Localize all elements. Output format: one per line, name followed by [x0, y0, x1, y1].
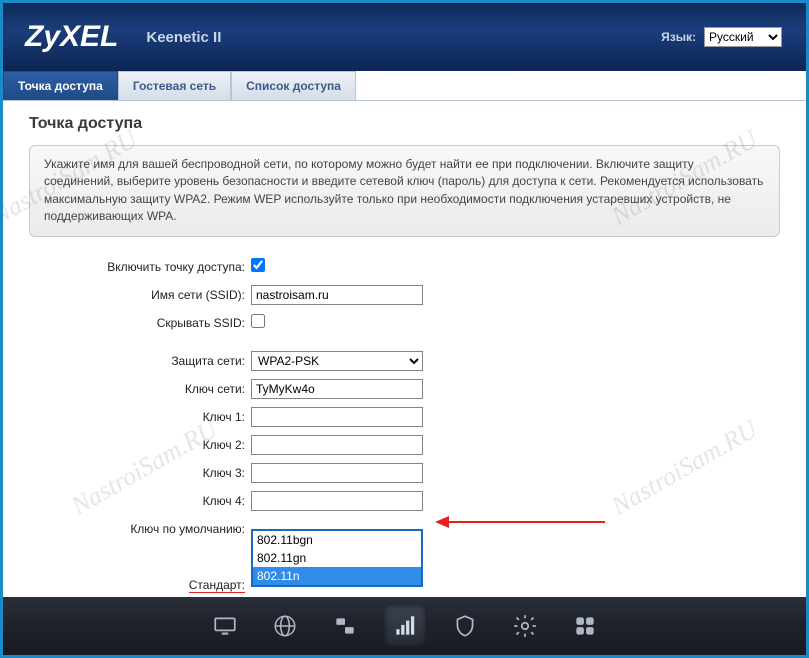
- ssid-input[interactable]: [251, 285, 423, 305]
- key4-label: Ключ 4:: [29, 494, 251, 508]
- wifi-icon[interactable]: [384, 605, 426, 647]
- tab-bar: Точка доступа Гостевая сеть Список досту…: [3, 71, 806, 101]
- language-select[interactable]: Русский: [704, 27, 782, 47]
- header-bar: ZyXEL Keenetic II Язык: Русский: [3, 3, 806, 71]
- shield-icon[interactable]: [444, 605, 486, 647]
- security-select[interactable]: WPA2-PSK: [251, 351, 423, 371]
- model-name: Keenetic II: [146, 29, 221, 46]
- key1-input[interactable]: [251, 407, 423, 427]
- standard-option-bgn[interactable]: 802.11bgn: [253, 531, 421, 549]
- tab-guest-network[interactable]: Гостевая сеть: [118, 71, 231, 100]
- key2-label: Ключ 2:: [29, 438, 251, 452]
- standard-dropdown-list: 802.11bgn 802.11gn 802.11n: [251, 529, 423, 587]
- tab-access-point[interactable]: Точка доступа: [3, 71, 118, 100]
- key1-label: Ключ 1:: [29, 410, 251, 424]
- scroll-area[interactable]: Точка доступа Гостевая сеть Список досту…: [3, 71, 806, 597]
- monitor-icon[interactable]: [204, 605, 246, 647]
- language-label: Язык:: [661, 30, 696, 44]
- network-key-input[interactable]: [251, 379, 423, 399]
- network-icon[interactable]: [324, 605, 366, 647]
- globe-icon[interactable]: [264, 605, 306, 647]
- enable-ap-label: Включить точку доступа:: [29, 260, 251, 274]
- standard-option-gn[interactable]: 802.11gn: [253, 549, 421, 567]
- bottom-nav: [3, 597, 806, 655]
- security-label: Защита сети:: [29, 354, 251, 368]
- key4-input[interactable]: [251, 491, 423, 511]
- tab-access-list[interactable]: Список доступа: [231, 71, 356, 100]
- key3-label: Ключ 3:: [29, 466, 251, 480]
- hide-ssid-checkbox[interactable]: [251, 314, 265, 328]
- gear-icon[interactable]: [504, 605, 546, 647]
- language-selector: Язык: Русский: [661, 27, 782, 47]
- enable-ap-checkbox[interactable]: [251, 258, 265, 272]
- standard-option-n[interactable]: 802.11n: [253, 567, 421, 585]
- key2-input[interactable]: [251, 435, 423, 455]
- app-window: ZyXEL Keenetic II Язык: Русский Точка до…: [0, 0, 809, 658]
- ssid-label: Имя сети (SSID):: [29, 288, 251, 302]
- standard-label: Стандарт:: [29, 578, 251, 592]
- info-box: Укажите имя для вашей беспроводной сети,…: [29, 145, 780, 237]
- brand-logo: ZyXEL: [25, 20, 118, 54]
- page-title: Точка доступа: [29, 115, 780, 133]
- network-key-label: Ключ сети:: [29, 382, 251, 396]
- main-area: Точка доступа Гостевая сеть Список досту…: [3, 71, 806, 597]
- hide-ssid-label: Скрывать SSID:: [29, 316, 251, 330]
- default-key-label: Ключ по умолчанию:: [29, 522, 251, 536]
- key3-input[interactable]: [251, 463, 423, 483]
- apps-icon[interactable]: [564, 605, 606, 647]
- content-panel: Точка доступа Укажите имя для вашей бесп…: [3, 101, 806, 597]
